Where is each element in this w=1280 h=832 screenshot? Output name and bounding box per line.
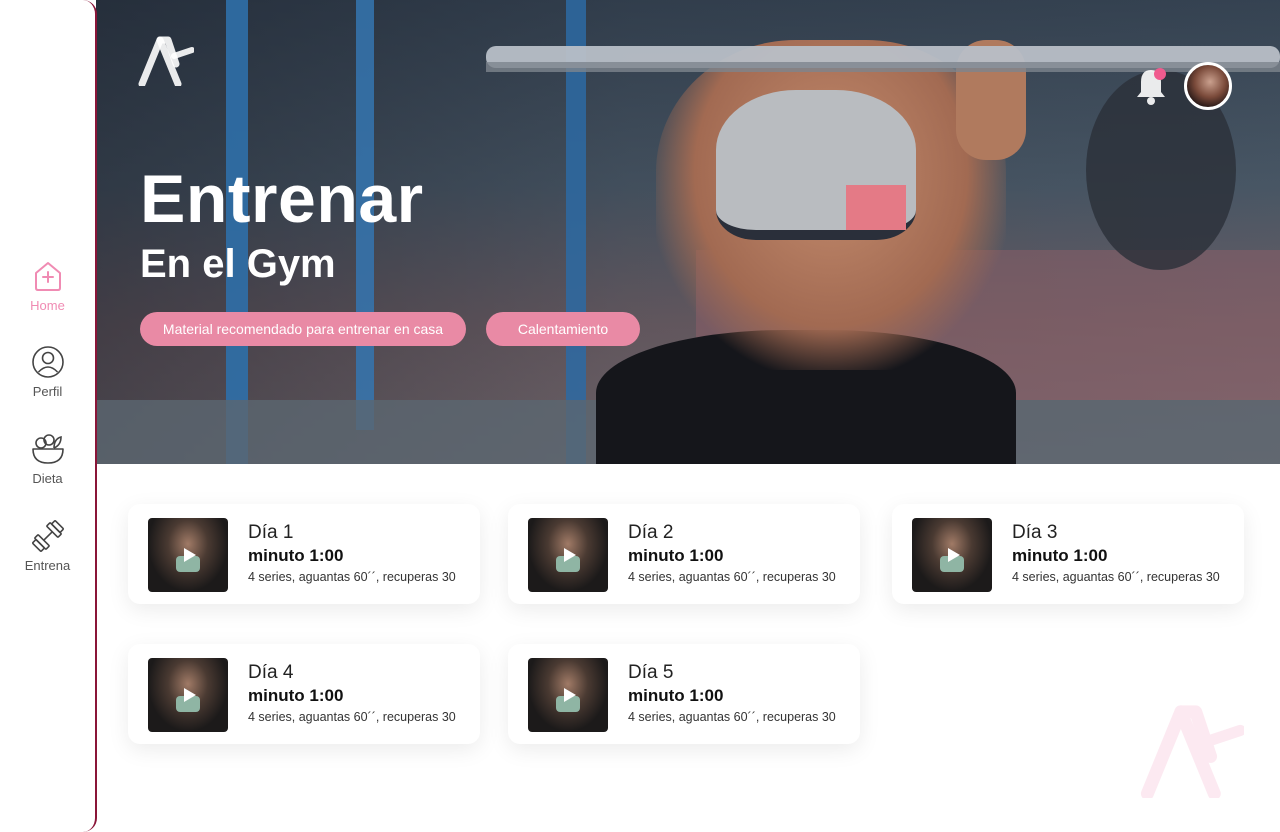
sidebar-item-label: Entrena	[24, 558, 71, 573]
page-subtitle: En el Gym	[140, 242, 336, 286]
workout-description: 4 series, aguantas 60´´, recuperas 30	[628, 710, 836, 724]
workout-day: Día 4	[248, 662, 294, 683]
play-icon	[564, 688, 576, 702]
video-thumbnail[interactable]	[528, 518, 608, 592]
workout-description: 4 series, aguantas 60´´, recuperas 30	[1012, 570, 1220, 584]
play-icon	[948, 548, 960, 562]
play-icon	[184, 688, 196, 702]
dumbbell-icon	[31, 520, 64, 552]
workout-duration: minuto 1:00	[628, 686, 724, 705]
workout-card-day-4[interactable]: Día 4 minuto 1:00 4 series, aguantas 60´…	[128, 644, 480, 744]
sidebar-item-perfil[interactable]: Perfil	[0, 344, 95, 399]
sidebar-item-entrena[interactable]: Entrena	[0, 518, 95, 573]
warmup-button[interactable]: Calentamiento	[486, 312, 640, 346]
workout-duration: minuto 1:00	[628, 546, 724, 565]
workout-duration: minuto 1:00	[248, 686, 344, 705]
sidebar-item-label: Perfil	[32, 384, 63, 399]
workout-card-day-5[interactable]: Día 5 minuto 1:00 4 series, aguantas 60´…	[508, 644, 860, 744]
sidebar: Home Perfil Dieta Entrena	[0, 0, 97, 832]
workout-day: Día 2	[628, 522, 674, 543]
hero-photo-detail	[846, 185, 906, 230]
avatar[interactable]	[1184, 62, 1232, 110]
video-thumbnail[interactable]	[528, 658, 608, 732]
workout-description: 4 series, aguantas 60´´, recuperas 30	[248, 570, 456, 584]
home-plus-icon	[34, 262, 61, 291]
workout-day: Día 1	[248, 522, 294, 543]
workout-card-day-3[interactable]: Día 3 minuto 1:00 4 series, aguantas 60´…	[892, 504, 1244, 604]
video-thumbnail[interactable]	[148, 518, 228, 592]
watermark-logo	[1140, 705, 1244, 798]
video-thumbnail[interactable]	[912, 518, 992, 592]
page-title: Entrenar	[140, 161, 424, 237]
workout-card-day-2[interactable]: Día 2 minuto 1:00 4 series, aguantas 60´…	[508, 504, 860, 604]
workout-duration: minuto 1:00	[1012, 546, 1108, 565]
workout-description: 4 series, aguantas 60´´, recuperas 30	[248, 710, 456, 724]
play-icon	[184, 548, 196, 562]
workout-description: 4 series, aguantas 60´´, recuperas 30	[628, 570, 836, 584]
workout-day: Día 5	[628, 662, 674, 683]
sidebar-item-home[interactable]: Home	[0, 258, 95, 313]
sidebar-item-label: Home	[30, 298, 65, 313]
notification-dot	[1154, 68, 1166, 80]
sidebar-item-label: Dieta	[32, 471, 63, 486]
workout-day: Día 3	[1012, 522, 1058, 543]
recommended-material-button[interactable]: Material recomendado para entrenar en ca…	[140, 312, 466, 346]
video-thumbnail[interactable]	[148, 658, 228, 732]
play-icon	[564, 548, 576, 562]
sidebar-item-dieta[interactable]: Dieta	[0, 431, 95, 486]
workout-card-day-1[interactable]: Día 1 minuto 1:00 4 series, aguantas 60´…	[128, 504, 480, 604]
workout-duration: minuto 1:00	[248, 546, 344, 565]
logo[interactable]	[138, 34, 194, 86]
profile-icon	[31, 346, 64, 378]
salad-bowl-icon	[31, 434, 64, 464]
hero-banner: Entrenar En el Gym Material recomendado …	[96, 0, 1280, 464]
